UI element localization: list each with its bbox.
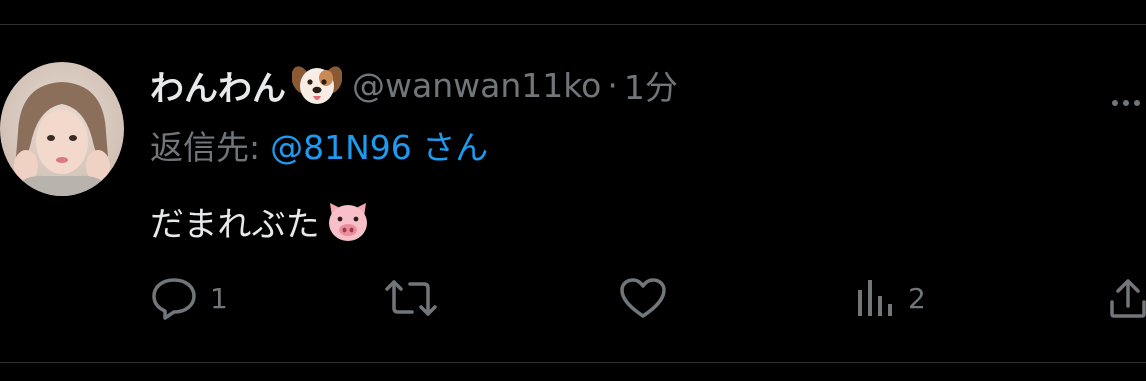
tweet-text: だまれぶた [150,204,320,245]
views-count: 2 [908,281,926,315]
tweet-body: だまれぶた [150,196,372,246]
avatar[interactable] [0,62,124,196]
bar-chart-icon [852,276,896,320]
reply-count: 1 [210,281,228,315]
heart-icon [618,276,668,320]
more-dot [1123,100,1129,106]
more-dot [1134,100,1140,106]
author-handle[interactable]: @wanwan11ko [352,66,601,105]
timestamp[interactable]: 1分 [624,61,678,109]
share-button[interactable] [1108,272,1146,324]
reply-target-link[interactable]: @81N96 さん [270,121,488,169]
reply-prefix: 返信先: [150,128,261,167]
reply-icon [150,276,198,320]
views-button[interactable]: 2 [852,272,926,324]
reply-button[interactable]: 1 [150,272,228,324]
display-name[interactable]: わんわん [150,61,286,110]
share-icon [1108,276,1146,320]
more-options-button[interactable] [1112,96,1140,110]
retweet-icon [384,276,438,320]
more-dot [1112,100,1118,106]
tweet-actions: 1 2 [150,272,1146,324]
bottom-divider [0,362,1146,363]
like-button[interactable] [618,272,680,324]
separator-dot: · [607,65,618,105]
retweet-button[interactable] [384,272,450,324]
dog-face-icon [291,62,343,108]
pig-face-icon [324,199,372,243]
top-divider [0,24,1146,25]
reply-context: 返信先: @81N96 さん [150,120,488,170]
tweet-header: わんわん @wanwan11ko · 1分 [150,60,678,110]
